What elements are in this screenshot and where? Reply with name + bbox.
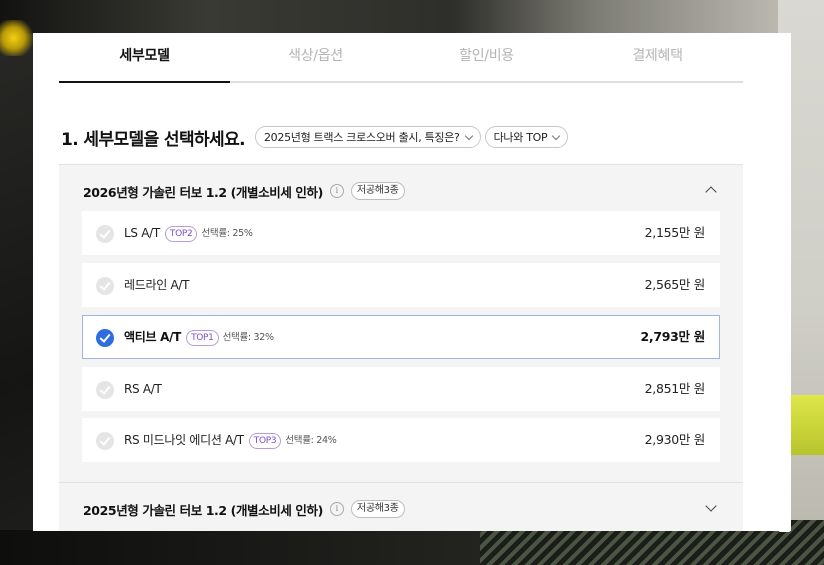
model-price: 2,930만 원	[644, 432, 706, 447]
model-row-rs[interactable]: RS A/T 2,851만 원	[82, 367, 720, 411]
top-rank-badge: TOP3	[248, 432, 282, 449]
check-circle-icon[interactable]	[96, 277, 114, 295]
group-header[interactable]: 2026년형 가솔린 터보 1.2 (개별소비세 인하) i 저공해3종	[83, 181, 405, 201]
news-chip-label: 2025년형 트랙스 크로스오버 출시, 특징은?	[263, 131, 460, 144]
chevron-down-icon	[464, 131, 473, 140]
model-name: LS A/T	[124, 226, 160, 240]
model-row-rs-midnight[interactable]: RS 미드나잇 에디션 A/T TOP3 선택률: 24% 2,930만 원	[82, 418, 720, 462]
model-row-active[interactable]: 액티브 A/T TOP1 선택률: 32% 2,793만 원	[82, 315, 720, 359]
check-circle-icon[interactable]	[96, 432, 114, 450]
model-group-2025: 2025년형 가솔린 터보 1.2 (개별소비세 인하) i 저공해3종	[59, 482, 743, 531]
info-icon[interactable]: i	[329, 502, 344, 516]
group-header[interactable]: 2025년형 가솔린 터보 1.2 (개별소비세 인하) i 저공해3종	[83, 499, 405, 519]
emission-tag: 저공해3종	[350, 182, 405, 200]
model-selection-panel: 세부모델 색상/옵션 할인/비용 결제혜택 1. 세부모델을 선택하세요. 20…	[33, 33, 791, 531]
chevron-down-icon	[552, 131, 561, 140]
model-price: 2,793만 원	[640, 329, 706, 344]
model-group-2026: 2026년형 가솔린 터보 1.2 (개별소비세 인하) i 저공해3종 LS …	[59, 164, 743, 483]
model-name: 액티브 A/T	[124, 330, 182, 344]
check-circle-icon[interactable]	[96, 381, 114, 399]
section-heading-row: 1. 세부모델을 선택하세요. 2025년형 트랙스 크로스오버 출시, 특징은…	[61, 125, 572, 150]
check-circle-icon[interactable]	[96, 329, 114, 347]
danawa-top-label: 다나와 TOP	[493, 131, 548, 144]
model-price: 2,851만 원	[644, 381, 706, 396]
check-circle-icon[interactable]	[96, 225, 114, 243]
expand-chevron-down-icon[interactable]	[703, 500, 719, 516]
model-name: RS A/T	[124, 382, 162, 396]
news-dropdown-chip[interactable]: 2025년형 트랙스 크로스오버 출시, 특징은?	[254, 126, 481, 148]
tab-discount-cost[interactable]: 할인/비용	[401, 33, 572, 81]
selection-rate: 선택률: 25%	[201, 227, 253, 239]
selection-rate: 선택률: 24%	[285, 434, 337, 446]
top-rank-badge: TOP2	[164, 225, 198, 242]
section-title: 1. 세부모델을 선택하세요.	[61, 129, 246, 150]
model-name: 레드라인 A/T	[124, 278, 190, 292]
emission-tag: 저공해3종	[350, 500, 405, 518]
danawa-top-dropdown-chip[interactable]: 다나와 TOP	[484, 126, 569, 148]
info-icon[interactable]: i	[329, 184, 344, 198]
top-rank-badge: TOP1	[186, 329, 219, 346]
tab-color-option[interactable]: 색상/옵션	[230, 33, 401, 81]
model-price: 2,155만 원	[644, 225, 706, 240]
tab-payment-benefit[interactable]: 결제혜택	[572, 33, 743, 81]
step-tabs: 세부모델 색상/옵션 할인/비용 결제혜택	[59, 33, 743, 83]
model-row-redline[interactable]: 레드라인 A/T 2,565만 원	[82, 263, 720, 307]
collapse-chevron-up-icon[interactable]	[703, 182, 719, 198]
group-title: 2026년형 가솔린 터보 1.2 (개별소비세 인하)	[83, 184, 323, 200]
model-name: RS 미드나잇 에디션 A/T	[124, 433, 244, 447]
model-price: 2,565만 원	[644, 277, 706, 292]
model-row-ls[interactable]: LS A/T TOP2 선택률: 25% 2,155만 원	[82, 211, 720, 255]
selection-rate: 선택률: 32%	[222, 331, 274, 343]
group-title: 2025년형 가솔린 터보 1.2 (개별소비세 인하)	[83, 502, 323, 518]
tab-submodel[interactable]: 세부모델	[59, 33, 230, 83]
